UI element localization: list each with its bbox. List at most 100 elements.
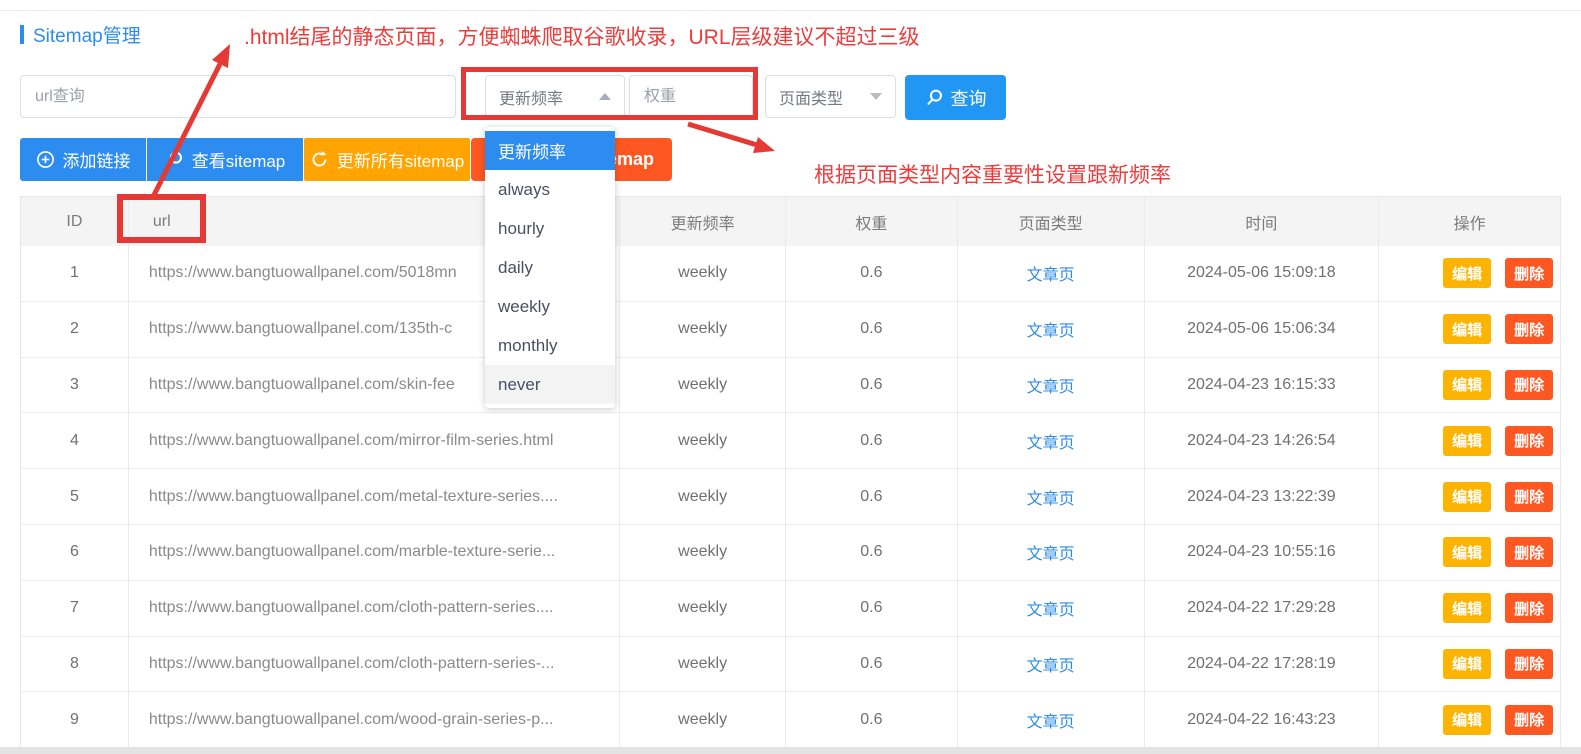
query-button[interactable]: 查询 [905,75,1006,120]
cell-page-type: 文章页 [958,581,1145,636]
cell-time: 2024-05-06 15:06:34 [1145,302,1380,357]
refresh-icon [310,150,329,169]
page-type-link[interactable]: 文章页 [1027,596,1075,620]
page-type-select[interactable]: 页面类型 [765,75,896,118]
view-sitemap-label: 查看sitemap [192,147,286,172]
cell-time: 2024-04-22 17:28:19 [1145,637,1380,692]
cell-weight: 0.6 [786,469,958,524]
cell-page-type: 文章页 [958,692,1145,747]
add-link-button[interactable]: 添加链接 [20,138,146,181]
cell-operations: 编辑 删除 [1379,525,1560,580]
cell-url: https://www.bangtuowallpanel.com/wood-gr… [129,692,620,747]
page-type-link[interactable]: 文章页 [1027,708,1075,732]
delete-button[interactable]: 删除 [1505,705,1553,735]
column-header-id: ID [21,197,129,246]
delete-button[interactable]: 删除 [1505,537,1553,567]
edit-button[interactable]: 编辑 [1443,314,1491,344]
cell-frequency: weekly [620,302,786,357]
dropdown-item[interactable]: 更新频率 [485,131,615,170]
cell-id: 4 [21,413,129,468]
table-row: 7 https://www.bangtuowallpanel.com/cloth… [21,581,1560,637]
cell-operations: 编辑 删除 [1379,413,1560,468]
cell-page-type: 文章页 [958,413,1145,468]
page-type-link[interactable]: 文章页 [1027,317,1075,341]
cell-weight: 0.6 [786,302,958,357]
page-type-link[interactable]: 文章页 [1027,652,1075,676]
cell-frequency: weekly [620,525,786,580]
sitemap-table: ID url 更新频率 权重 页面类型 时间 操作 1 https://www.… [20,196,1561,748]
cell-operations: 编辑 删除 [1379,358,1560,413]
edit-button[interactable]: 编辑 [1443,705,1491,735]
edit-button[interactable]: 编辑 [1443,426,1491,456]
cell-frequency: weekly [620,581,786,636]
column-header-weight: 权重 [786,197,958,246]
cell-id: 1 [21,246,129,301]
cell-time: 2024-04-23 10:55:16 [1145,525,1380,580]
dropdown-item[interactable]: never [485,365,615,404]
cell-id: 9 [21,692,129,747]
delete-button[interactable]: 删除 [1505,593,1553,623]
cell-frequency: weekly [620,246,786,301]
view-sitemap-button[interactable]: 查看sitemap [147,138,303,181]
search-icon [165,150,184,169]
page-type-link[interactable]: 文章页 [1027,485,1075,509]
delete-button[interactable]: 删除 [1505,314,1553,344]
edit-button[interactable]: 编辑 [1443,649,1491,679]
edit-button[interactable]: 编辑 [1443,258,1491,288]
edit-button[interactable]: 编辑 [1443,482,1491,512]
url-search-input[interactable] [20,75,456,118]
cell-operations: 编辑 删除 [1379,581,1560,636]
cell-weight: 0.6 [786,581,958,636]
table-row: 8 https://www.bangtuowallpanel.com/cloth… [21,637,1560,693]
dropdown-item[interactable]: daily [485,248,615,287]
weight-input[interactable] [629,75,753,118]
dropdown-item[interactable]: hourly [485,209,615,248]
top-divider [0,10,1581,11]
cell-weight: 0.6 [786,246,958,301]
plus-circle-icon [36,150,55,169]
edit-button[interactable]: 编辑 [1443,370,1491,400]
table-row: 6 https://www.bangtuowallpanel.com/marbl… [21,525,1560,581]
cell-url: https://www.bangtuowallpanel.com/marble-… [129,525,620,580]
cell-weight: 0.6 [786,413,958,468]
edit-button[interactable]: 编辑 [1443,537,1491,567]
add-link-label: 添加链接 [63,147,131,172]
cell-id: 2 [21,302,129,357]
annotation-top: .html结尾的静态页面，方便蜘蛛爬取谷歌收录，URL层级建议不超过三级 [244,21,920,51]
delete-button[interactable]: 删除 [1505,426,1553,456]
table-row: 9 https://www.bangtuowallpanel.com/wood-… [21,692,1560,748]
edit-button[interactable]: 编辑 [1443,593,1491,623]
table-header: ID url 更新频率 权重 页面类型 时间 操作 [21,197,1560,246]
page-type-link[interactable]: 文章页 [1027,540,1075,564]
title-accent-bar [20,25,24,44]
dropdown-item[interactable]: weekly [485,287,615,326]
delete-button[interactable]: 删除 [1505,482,1553,512]
dropdown-item[interactable]: always [485,170,615,209]
dropdown-item[interactable]: monthly [485,326,615,365]
update-all-sitemap-label: 更新所有sitemap [337,147,465,172]
page-type-link[interactable]: 文章页 [1027,261,1075,285]
frequency-select[interactable]: 更新频率 [485,75,625,118]
cell-id: 8 [21,637,129,692]
cell-url: https://www.bangtuowallpanel.com/cloth-p… [129,637,620,692]
delete-button[interactable]: 删除 [1505,370,1553,400]
cell-time: 2024-04-23 16:15:33 [1145,358,1380,413]
cell-time: 2024-04-23 14:26:54 [1145,413,1380,468]
delete-button[interactable]: 删除 [1505,649,1553,679]
cell-frequency: weekly [620,469,786,524]
sitemap-admin-page: Sitemap管理 .html结尾的静态页面，方便蜘蛛爬取谷歌收录，URL层级建… [0,0,1581,754]
page-type-link[interactable]: 文章页 [1027,373,1075,397]
page-type-link[interactable]: 文章页 [1027,429,1075,453]
cell-page-type: 文章页 [958,637,1145,692]
query-button-label: 查询 [951,85,987,111]
cell-weight: 0.6 [786,525,958,580]
cell-time: 2024-04-22 17:29:28 [1145,581,1380,636]
cell-frequency: weekly [620,692,786,747]
column-header-time: 时间 [1145,197,1380,246]
chevron-down-icon [870,93,882,100]
frequency-dropdown: 更新频率alwayshourlydailyweeklymonthlynever [485,127,615,408]
table-row: 5 https://www.bangtuowallpanel.com/metal… [21,469,1560,525]
delete-button[interactable]: 删除 [1505,258,1553,288]
cell-operations: 编辑 删除 [1379,469,1560,524]
update-all-sitemap-button[interactable]: 更新所有sitemap [304,138,470,181]
